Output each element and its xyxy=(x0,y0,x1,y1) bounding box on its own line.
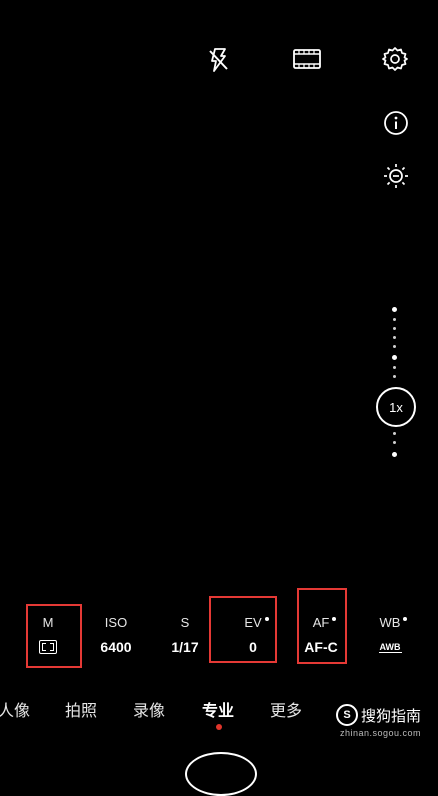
zoom-tick xyxy=(393,327,396,330)
watermark-url: zhinan.sogou.com xyxy=(340,728,422,738)
awb-icon: AWB xyxy=(378,642,402,653)
mode-photo[interactable]: 拍照 xyxy=(65,697,97,721)
flash-off-icon[interactable] xyxy=(206,47,230,73)
zoom-level-button[interactable]: 1x xyxy=(376,387,416,427)
zoom-level-label: 1x xyxy=(389,399,403,415)
zoom-tick xyxy=(393,441,396,444)
zoom-tick xyxy=(393,432,396,435)
mode-video[interactable]: 录像 xyxy=(133,697,165,721)
param-label: AF xyxy=(312,615,330,630)
sogou-logo-icon: S xyxy=(336,704,358,726)
zoom-tick xyxy=(393,345,396,348)
zoom-tick xyxy=(393,318,396,321)
mode-portrait[interactable]: 人像 xyxy=(0,697,30,721)
param-label: S xyxy=(180,615,190,630)
param-shutter[interactable]: S 1/17 xyxy=(155,612,215,656)
param-iso[interactable]: ISO 6400 xyxy=(86,612,146,656)
settings-icon[interactable] xyxy=(382,46,408,72)
param-value: AF-C xyxy=(304,639,338,655)
param-label: EV xyxy=(244,615,262,630)
shutter-button[interactable] xyxy=(185,752,257,796)
param-ev[interactable]: EV 0 xyxy=(223,612,283,656)
zoom-tick xyxy=(392,307,397,312)
mode-more[interactable]: 更多 xyxy=(270,697,302,721)
mode-pro[interactable]: 专业 xyxy=(202,697,234,721)
param-wb[interactable]: WB AWB xyxy=(360,612,420,654)
param-value: 0 xyxy=(249,639,257,655)
zoom-tick xyxy=(392,452,397,457)
zoom-tick xyxy=(392,355,397,360)
param-value: 1/17 xyxy=(171,639,199,655)
zoom-tick xyxy=(393,375,396,378)
watermark-text: 搜狗指南 xyxy=(361,706,422,725)
adjusted-dot xyxy=(403,617,408,621)
zoom-tick xyxy=(393,336,396,339)
param-value: 6400 xyxy=(100,639,132,655)
info-icon[interactable] xyxy=(383,110,409,136)
watermark: S 搜狗指南 xyxy=(336,704,421,726)
param-m[interactable]: M xyxy=(18,612,78,656)
video-frame-icon[interactable] xyxy=(293,48,321,70)
metering-icon xyxy=(39,640,57,654)
param-label: ISO xyxy=(104,615,128,630)
param-label: M xyxy=(42,615,54,630)
adjusted-dot xyxy=(264,617,269,621)
zoom-tick xyxy=(393,366,396,369)
param-af[interactable]: AF AF-C xyxy=(291,612,351,656)
adjusted-dot xyxy=(332,617,337,621)
brightness-icon[interactable] xyxy=(383,163,409,189)
param-label: WB xyxy=(379,615,401,630)
active-mode-dot xyxy=(216,724,222,730)
